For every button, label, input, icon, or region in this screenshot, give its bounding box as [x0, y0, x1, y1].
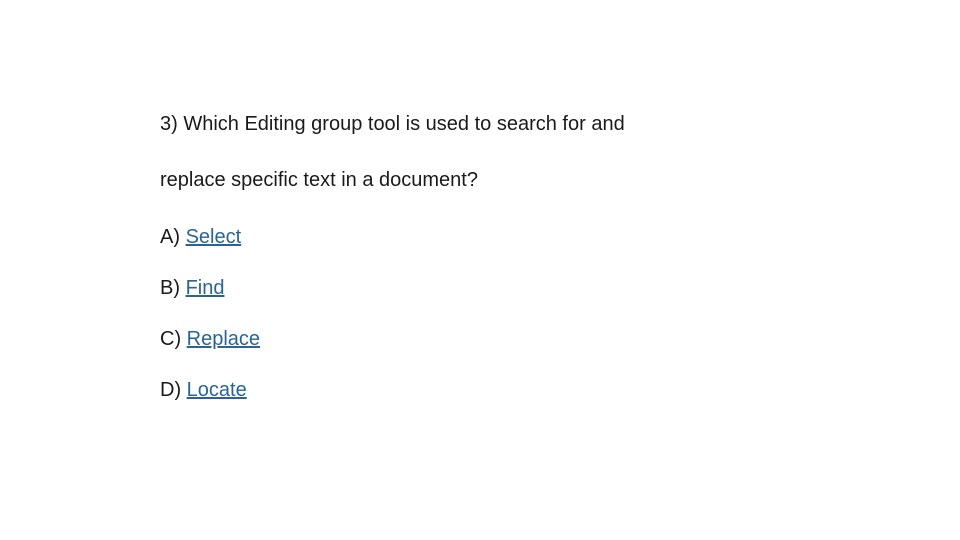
option-b-link[interactable]: Find	[186, 277, 225, 299]
question-line-1: 3) Which Editing group tool is used to s…	[160, 110, 720, 138]
option-c-label: C)	[160, 328, 187, 350]
question-text: 3) Which Editing group tool is used to s…	[160, 110, 720, 194]
option-c-link[interactable]: Replace	[187, 328, 260, 350]
option-a-label: A)	[160, 226, 186, 248]
option-a-link[interactable]: Select	[186, 226, 242, 248]
option-d-link[interactable]: Locate	[187, 379, 247, 401]
option-a: A) Select	[160, 226, 960, 249]
option-c: C) Replace	[160, 328, 960, 351]
option-d-label: D)	[160, 379, 187, 401]
option-b: B) Find	[160, 277, 960, 300]
question-line-2: replace specific text in a document?	[160, 166, 720, 194]
option-b-label: B)	[160, 277, 186, 299]
option-d: D) Locate	[160, 379, 960, 402]
